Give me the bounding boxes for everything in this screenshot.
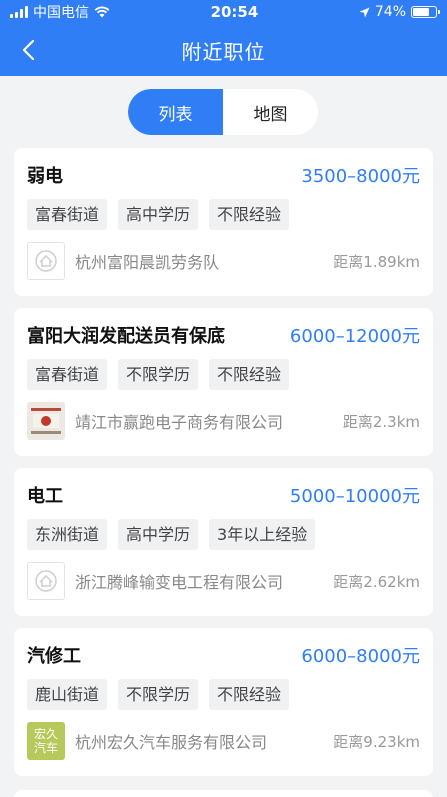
company-name: 杭州宏久汽车服务有限公司	[75, 733, 268, 752]
default-logo-icon	[27, 242, 65, 280]
experience-tag: 不限经验	[209, 679, 290, 710]
distance-label: 距离1.89km	[333, 252, 420, 271]
company-name: 靖江市赢跑电子商务有限公司	[75, 413, 284, 432]
education-tag: 不限学历	[118, 679, 199, 710]
job-card[interactable]: 弱电 3500–8000元 富春街道 高中学历 不限经验 杭州富阳晨凯劳务队 距…	[14, 148, 433, 296]
status-bar: 中国电信 20:54 74%	[0, 0, 447, 24]
header: 中国电信 20:54 74% 附近职位	[0, 0, 447, 76]
experience-tag: 不限经验	[209, 199, 290, 230]
navbar: 附近职位	[0, 24, 447, 76]
logo-text-line: 宏久	[33, 727, 58, 741]
carrier-label: 中国电信	[33, 5, 89, 21]
location-arrow-icon	[359, 7, 370, 17]
job-card[interactable]: 富阳大润发配送员有保底 6000–12000元 富春街道 不限学历 不限经验 靖…	[14, 308, 433, 456]
chevron-left-icon	[22, 39, 35, 61]
battery-percent: 74%	[374, 4, 406, 20]
job-title: 富阳大润发配送员有保底	[27, 326, 225, 347]
job-card[interactable]: 电工 5000–10000元 东洲街道 高中学历 3年以上经验 浙江腾峰输变电工…	[14, 468, 433, 616]
back-button[interactable]	[10, 32, 46, 68]
job-salary: 5000–10000元	[289, 486, 420, 507]
education-tag: 高中学历	[118, 199, 199, 230]
job-card-partial[interactable]	[14, 790, 433, 797]
job-title: 汽修工	[27, 646, 81, 667]
battery-icon	[411, 6, 440, 18]
job-salary: 6000–12000元	[289, 326, 420, 347]
tab-list[interactable]: 列表	[128, 89, 223, 135]
company-name: 杭州富阳晨凯劳务队	[75, 253, 220, 272]
company-photo-logo	[27, 402, 65, 440]
experience-tag: 3年以上经验	[209, 519, 316, 550]
education-tag: 高中学历	[118, 519, 199, 550]
location-tag: 富春街道	[27, 359, 108, 390]
job-title: 弱电	[27, 166, 63, 187]
clock: 20:54	[210, 3, 259, 21]
tab-map[interactable]: 地图	[223, 89, 318, 135]
location-tag: 鹿山街道	[27, 679, 108, 710]
distance-label: 距离2.62km	[333, 572, 420, 591]
location-tag: 东洲街道	[27, 519, 108, 550]
signal-icon	[10, 6, 28, 18]
education-tag: 不限学历	[118, 359, 199, 390]
job-salary: 6000–8000元	[301, 646, 420, 667]
logo-text-line: 汽车	[33, 741, 58, 755]
job-card[interactable]: 汽修工 6000–8000元 鹿山街道 不限学历 不限经验 宏久 汽车 杭州宏久…	[14, 628, 433, 776]
page-title: 附近职位	[181, 39, 266, 64]
job-salary: 3500–8000元	[301, 166, 420, 187]
wifi-icon	[94, 6, 110, 18]
view-toggle: 列表 地图	[128, 89, 318, 135]
default-logo-icon	[27, 562, 65, 600]
experience-tag: 不限经验	[209, 359, 290, 390]
distance-label: 距离9.23km	[333, 732, 420, 751]
location-tag: 富春街道	[27, 199, 108, 230]
distance-label: 距离2.3km	[342, 412, 420, 431]
text-logo: 宏久 汽车	[27, 722, 65, 760]
job-title: 电工	[27, 486, 63, 507]
company-name: 浙江腾峰输变电工程有限公司	[75, 573, 284, 592]
